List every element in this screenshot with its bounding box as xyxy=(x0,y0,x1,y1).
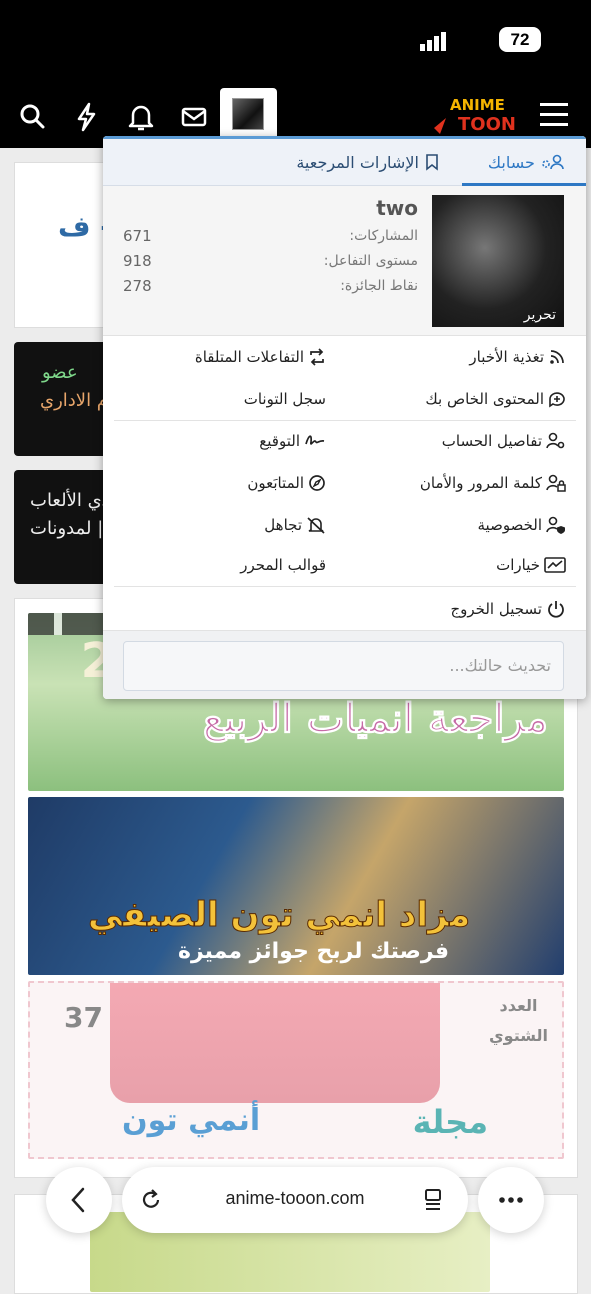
user-shield-icon xyxy=(546,516,565,534)
message-plus-icon xyxy=(549,392,565,408)
issue-label: العدد الشتوي xyxy=(489,996,548,1045)
menu-item-your-content[interactable]: المحتوى الخاص بك xyxy=(425,390,566,408)
banner-subtitle: فرصتك لربح جوائز مميزة xyxy=(178,939,450,964)
user-lock-icon xyxy=(546,474,566,492)
menu-item-ignoring[interactable]: تجاهل xyxy=(264,516,326,534)
menu-item-following[interactable]: المتابَعون xyxy=(247,474,326,492)
signature-icon xyxy=(305,435,325,445)
logo-text-top: ANIME xyxy=(450,96,505,114)
user-gear-icon xyxy=(546,432,565,449)
banner-title: مزاد انمي تون الصيفي xyxy=(87,895,471,936)
status-update-input[interactable]: تحديث حالتك... xyxy=(123,641,564,691)
browser-back-button[interactable] xyxy=(46,1167,112,1233)
stat-label-messages: المشاركات: xyxy=(349,228,418,244)
avatar xyxy=(232,98,264,130)
bell-slash-icon xyxy=(307,517,325,534)
games-club-link[interactable]: دي الألعاب xyxy=(30,490,110,511)
menu-tabs: حسابك الإشارات المرجعية xyxy=(103,136,586,186)
preferences-icon xyxy=(544,557,566,573)
tab-label: الإشارات المرجعية xyxy=(296,153,419,172)
chevron-left-icon xyxy=(71,1187,85,1213)
menu-item-reactions-received[interactable]: التفاعلات المتلقاة xyxy=(195,348,326,366)
profile-summary: تحرير two المشاركات: 671 مستوى التفاعل: … xyxy=(103,186,586,336)
bookmark-icon xyxy=(426,154,438,171)
profile-username[interactable]: two xyxy=(376,196,418,220)
tab-label: حسابك xyxy=(487,153,535,172)
stat-value-messages: 671 xyxy=(123,227,152,245)
more-dots-icon xyxy=(499,1197,523,1203)
cellular-signal-icon xyxy=(420,32,446,51)
content-card xyxy=(14,162,114,328)
url-text[interactable]: anime-tooon.com xyxy=(150,1188,440,1209)
hamburger-menu-icon[interactable] xyxy=(538,99,570,129)
member-label[interactable]: عضو xyxy=(42,362,78,383)
menu-item-news-feed[interactable]: تغذية الأخبار xyxy=(469,348,566,366)
status-time: 6:11 xyxy=(76,26,123,53)
menu-item-toons-log[interactable]: سجل التونات xyxy=(244,390,326,408)
site-logo[interactable]: ANIME TOON xyxy=(432,90,518,138)
stat-value-reaction-score: 918 xyxy=(123,252,152,270)
tab-your-account[interactable]: حسابك xyxy=(488,139,566,186)
summer-auction-banner[interactable]: مزاد انمي تون الصيفي فرصتك لربح جوائز مم… xyxy=(28,797,564,975)
browser-more-button[interactable] xyxy=(478,1167,544,1233)
banner-title: مراجعة انميات الربيع xyxy=(202,695,548,743)
account-dropdown-menu: حسابك الإشارات المرجعية تحرير two المشار… xyxy=(103,136,586,699)
issue-number: 37 xyxy=(64,1001,103,1034)
menu-item-logout[interactable]: تسجيل الخروج xyxy=(450,599,566,619)
blogs-link[interactable]: لمدونات | xyxy=(30,518,103,539)
power-icon xyxy=(548,601,564,618)
avatar-button[interactable] xyxy=(220,88,277,142)
menu-item-password-security[interactable]: كلمة المرور والأمان xyxy=(420,474,566,492)
bell-icon[interactable] xyxy=(124,100,158,134)
magazine-banner[interactable]: 37 العدد الشتوي مجلة أنمي تون xyxy=(28,981,564,1159)
rss-icon xyxy=(550,350,564,364)
stat-label-trophy-points: نقاط الجائزة: xyxy=(340,278,418,294)
mail-icon[interactable] xyxy=(177,100,211,134)
menu-item-account-details[interactable]: تفاصيل الحساب xyxy=(442,432,566,450)
lightning-icon[interactable] xyxy=(70,100,104,134)
menu-item-editor-templates[interactable]: قوالب المحرر xyxy=(240,556,326,574)
menu-item-preferences[interactable]: خيارات xyxy=(496,556,566,574)
menu-item-privacy[interactable]: الخصوصية xyxy=(478,516,566,534)
stat-value-trophy-points: 278 xyxy=(123,277,152,295)
search-icon[interactable] xyxy=(16,100,50,134)
magazine-name: أنمي تون xyxy=(122,1103,261,1138)
retweet-icon xyxy=(310,348,324,366)
compass-icon xyxy=(309,475,325,491)
users-gear-icon xyxy=(542,154,564,170)
tab-bookmarks[interactable]: الإشارات المرجعية xyxy=(296,139,440,186)
profile-avatar[interactable]: تحرير xyxy=(432,195,564,327)
magazine-artwork xyxy=(110,983,440,1103)
stat-label-reaction-score: مستوى التفاعل: xyxy=(323,253,418,269)
admin-label[interactable]: م الاداري xyxy=(40,390,108,411)
logo-text-bottom: TOON xyxy=(458,114,516,135)
edit-avatar-link[interactable]: تحرير xyxy=(484,303,564,327)
menu-divider xyxy=(114,420,576,421)
magazine-label: مجلة xyxy=(412,1103,488,1141)
battery-indicator: 72 xyxy=(499,27,541,52)
menu-item-signature[interactable]: التوقيع xyxy=(259,432,326,450)
network-type: 5G xyxy=(460,28,489,51)
menu-divider xyxy=(114,586,576,587)
